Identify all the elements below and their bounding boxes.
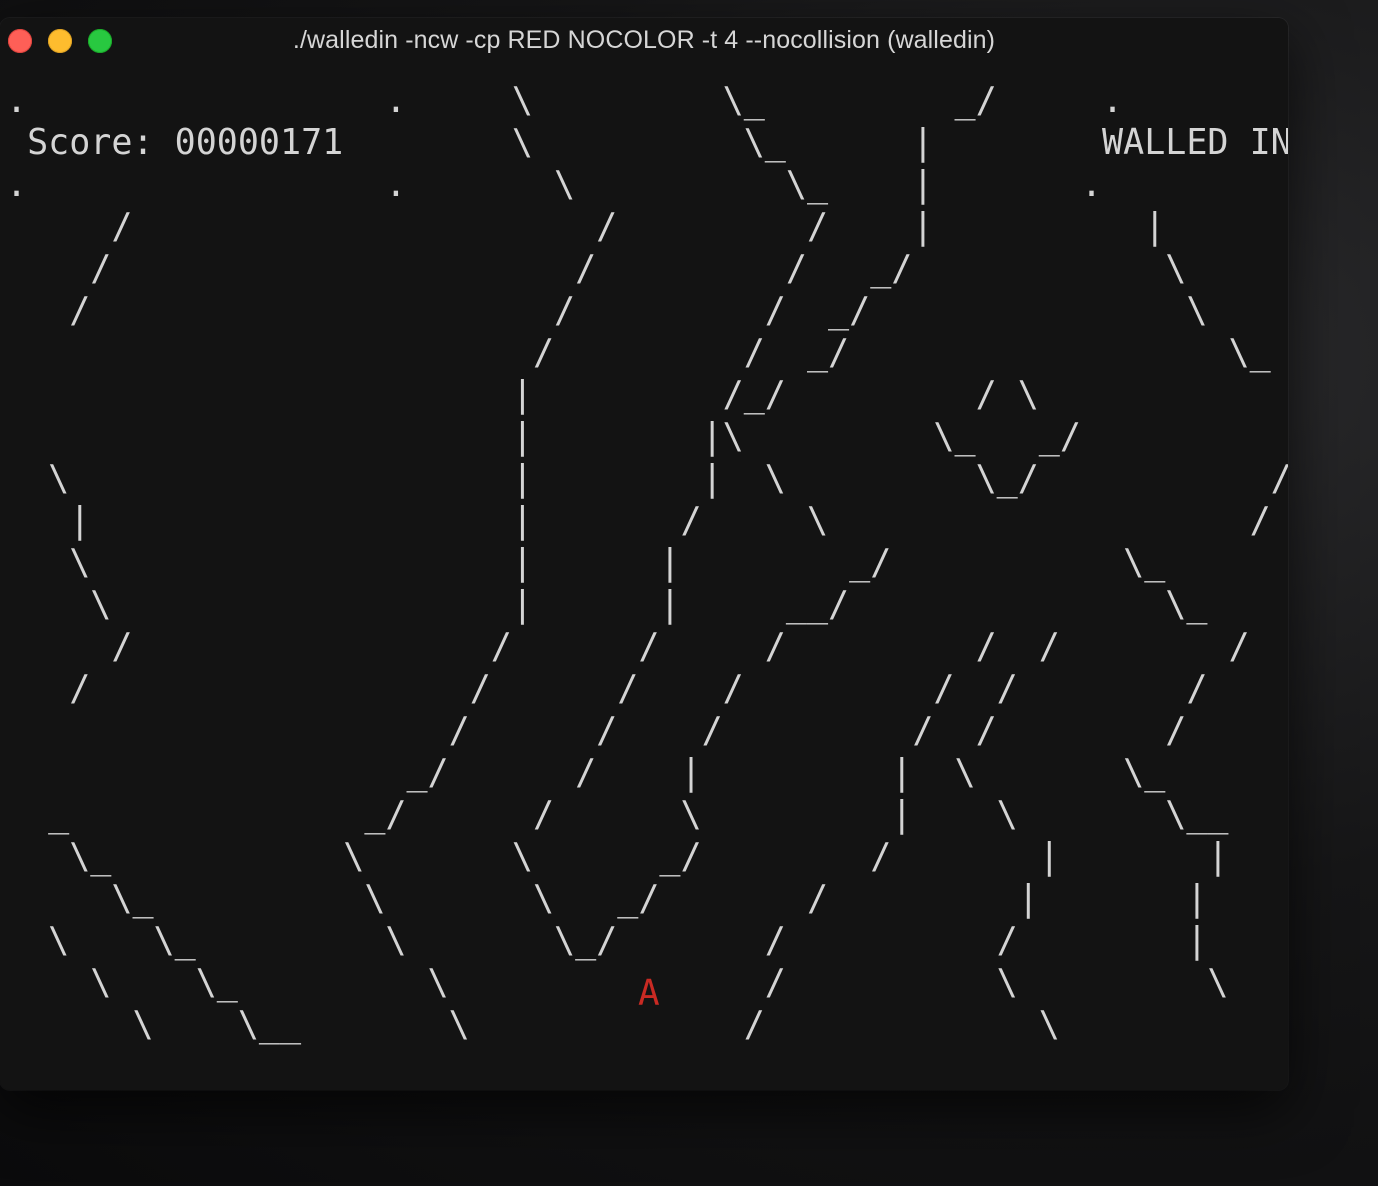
title-bar[interactable]: ./walledin -ncw -cp RED NOCOLOR -t 4 --n… xyxy=(0,18,1288,62)
screen-line: / / / _/ \ xyxy=(6,290,1208,331)
screen-line: / / / | | xyxy=(6,206,1166,247)
window-title: ./walledin -ncw -cp RED NOCOLOR -t 4 --n… xyxy=(292,26,996,54)
screen-line: _/ / | | \ \_ xyxy=(6,752,1166,793)
screen-line: \ | | _/ \_ xyxy=(6,542,1166,583)
screen-line: . . \ \_ _/ . . xyxy=(6,80,1288,121)
screen-line: / / / / / / xyxy=(6,710,1187,751)
screen-line: / / / / / / / xyxy=(6,626,1250,667)
screen-line: | |\ \_ _/ xyxy=(6,416,1081,457)
screen-line: / / _/ \_ xyxy=(6,332,1271,373)
screen-line: \_ \ \ _/ / | | xyxy=(6,836,1229,877)
score-line: Score: 00000171 \ \_ | WALLED IN xyxy=(6,122,1288,163)
screen-line: | | / \ / xyxy=(6,500,1271,541)
screen-line: / / / / / / / xyxy=(6,668,1208,709)
screen-line: | /_/ / \ \ xyxy=(6,374,1288,415)
screen-line: \ | | __/ \_ xyxy=(6,584,1208,625)
screen-line: \ \_ \ \_/ / / | xyxy=(6,920,1208,961)
screen-line: _ _/ / \ | \ \__ xyxy=(6,794,1229,835)
screen-line: \_ \ \ _/ / | | xyxy=(6,878,1208,919)
screen-line: . . \ \_ | . . xyxy=(6,164,1288,205)
player-character: A xyxy=(638,973,660,1014)
terminal-window: ./walledin -ncw -cp RED NOCOLOR -t 4 --n… xyxy=(0,18,1288,1090)
terminal-screen[interactable]: . . \ \_ _/ . . Score: 00000171 \ \_ | W… xyxy=(6,80,1288,1046)
screen-line: / / / _/ \ xyxy=(6,248,1187,289)
screen-line: \ | | \ \_/ / xyxy=(6,458,1288,499)
